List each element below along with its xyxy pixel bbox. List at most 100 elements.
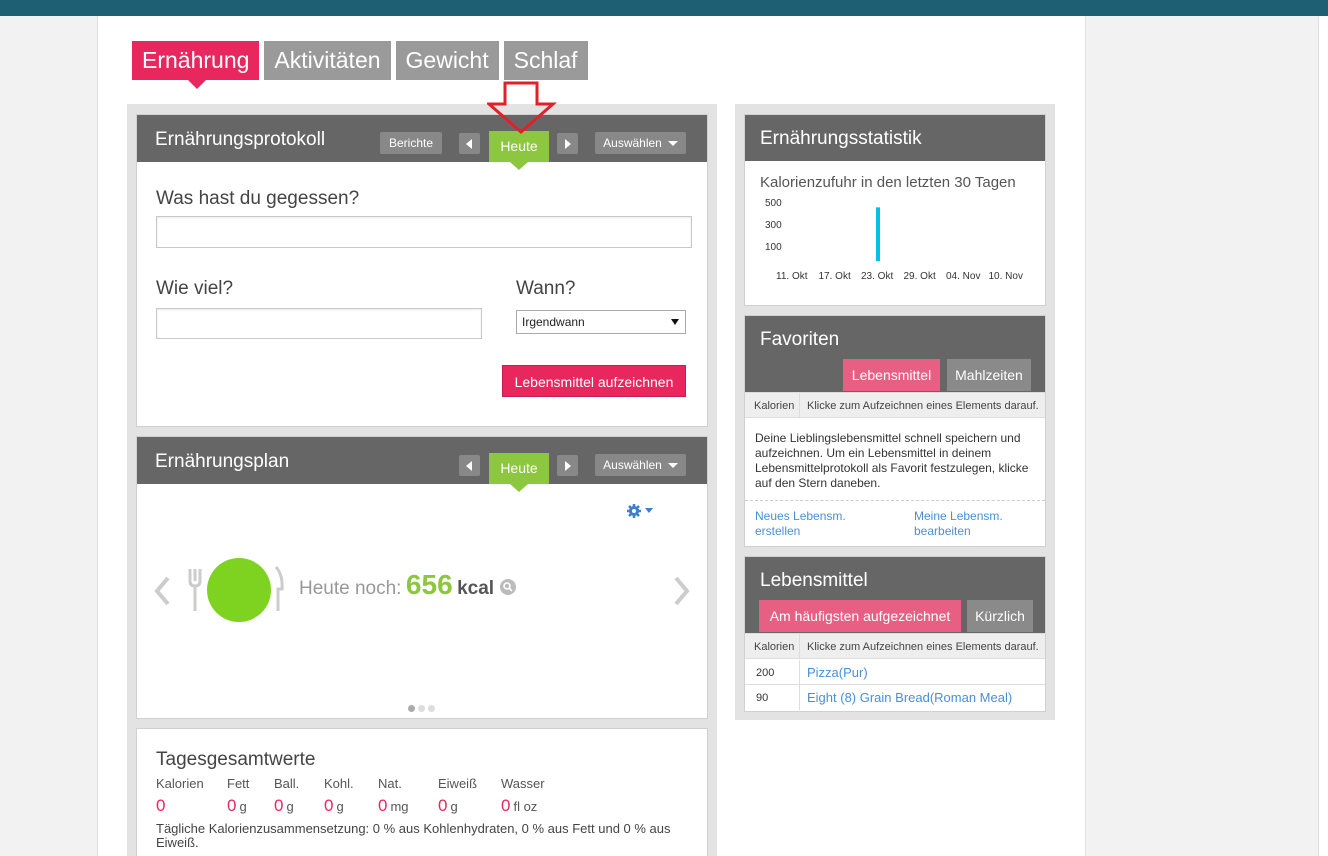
lebensmittel-title: Lebensmittel <box>760 570 868 591</box>
totals-label: Wasser <box>501 776 545 791</box>
top-bar <box>0 0 1328 16</box>
heute-button[interactable]: Heute <box>489 131 549 170</box>
totals-value-fett: 0g <box>227 796 247 815</box>
when-select-value: Irgendwann <box>522 315 585 329</box>
plate-indicator <box>207 558 271 622</box>
row-food-link[interactable]: Eight (8) Grain Bread(Roman Meal) <box>807 690 1012 705</box>
log-food-button[interactable]: Lebensmittel aufzeichnen <box>502 365 686 397</box>
col-kalorien: Kalorien <box>754 641 795 653</box>
lebensmittel-panel: Lebensmittel Am häufigsten aufgezeichnet… <box>744 556 1046 712</box>
info-search-icon[interactable] <box>499 578 517 596</box>
row-food-link[interactable]: Pizza(Pur) <box>807 665 868 680</box>
when-select[interactable]: Irgendwann <box>516 310 686 334</box>
lebensmittel-header: Lebensmittel Am häufigsten aufgezeichnet… <box>745 557 1045 633</box>
stats-header: Ernährungsstatistik <box>745 115 1045 161</box>
lebensmittel-table-header: Kalorien Klicke zum Aufzeichnen eines El… <box>745 633 1045 659</box>
totals-value-eiweiss: 0g <box>438 796 458 815</box>
plan-panel: Ernährungsplan Heute Auswählen Heute noc… <box>136 436 708 719</box>
row-kcal: 90 <box>756 692 769 704</box>
remaining-unit: kcal <box>457 578 495 599</box>
totals-label: Ball. <box>274 776 300 791</box>
prev-day-button[interactable] <box>459 133 480 154</box>
favoriten-table-header: Kalorien Klicke zum Aufzeichnen eines El… <box>745 392 1045 418</box>
totals-panel: Tagesgesamtwerte Kalorien Fett Ball. Koh… <box>136 728 708 856</box>
protokoll-panel: Ernährungsprotokoll Berichte Heute Auswä… <box>136 114 708 427</box>
y-tick-label: 100 <box>765 242 782 253</box>
fork-icon <box>188 569 202 611</box>
stats-panel: Ernährungsstatistik Kalorienzufuhr in de… <box>744 114 1046 306</box>
stats-title: Ernährungsstatistik <box>760 128 922 149</box>
totals-value-ball: 0g <box>274 796 294 815</box>
x-tick-label: 29. Okt <box>904 271 936 282</box>
plan-title: Ernährungsplan <box>155 451 290 472</box>
x-tick-label: 10. Nov <box>989 271 1023 282</box>
when-label: Wann? <box>516 278 576 299</box>
carousel-prev-icon[interactable] <box>152 575 172 607</box>
y-tick-label: 500 <box>765 198 782 209</box>
plan-header: Ernährungsplan Heute Auswählen <box>137 437 707 492</box>
calorie-chart: 500 300 100 11. Okt 17. Okt 23. Okt 29. Okt 04.… <box>765 198 1023 282</box>
tab-schlaf[interactable]: Schlaf <box>503 41 588 80</box>
x-tick-label: 23. Okt <box>861 271 893 282</box>
food-search-input[interactable] <box>156 216 692 248</box>
favoriten-header: Favoriten Lebensmittel Mahlzeiten <box>745 316 1045 392</box>
annotation-arrow-icon <box>487 81 557 134</box>
favoriten-tab-lebensmittel[interactable]: Lebensmittel <box>843 359 940 391</box>
chevron-down-icon <box>667 463 678 469</box>
berichte-button[interactable]: Berichte <box>380 132 442 154</box>
y-tick-label: 300 <box>765 220 782 231</box>
favoriten-info: Deine Lieblingslebensmittel schnell spei… <box>755 431 1029 490</box>
remaining-display: Heute noch: 656 kcal <box>299 569 517 601</box>
totals-label: Kohl. <box>324 776 354 791</box>
row-kcal: 200 <box>756 667 775 679</box>
amount-label: Wie viel? <box>156 278 234 299</box>
favoriten-divider <box>745 500 1045 501</box>
chart-bar <box>876 207 880 261</box>
totals-title: Tagesgesamtwerte <box>156 749 316 770</box>
totals-value-kohl: 0g <box>324 796 344 815</box>
table-row[interactable]: 90 Eight (8) Grain Bread(Roman Meal) <box>745 685 1045 710</box>
knife-icon <box>274 566 284 611</box>
lebensmittel-tab-kuerzlich[interactable]: Kürzlich <box>967 600 1033 632</box>
totals-label: Fett <box>227 776 250 791</box>
plan-heute-button[interactable]: Heute <box>489 453 549 492</box>
tab-ernaehrung[interactable]: Ernährung <box>132 41 260 89</box>
totals-value-kalorien: 0 <box>156 796 166 815</box>
stats-subtitle: Kalorienzufuhr in den letzten 30 Tagen <box>760 174 1016 191</box>
lebensmittel-tab-haeufig[interactable]: Am häufigsten aufgezeichnet <box>759 600 961 632</box>
plan-next-button[interactable] <box>557 455 578 476</box>
remaining-value: 656 <box>405 569 453 600</box>
carousel-next-icon[interactable] <box>672 575 692 607</box>
plan-auswaehlen-label: Auswählen <box>603 458 662 472</box>
auswaehlen-dropdown[interactable]: Auswählen <box>595 132 686 154</box>
calorie-composition-text: Tägliche Kalorienzusammensetzung: 0 % au… <box>156 821 671 850</box>
table-row[interactable]: 200 Pizza(Pur) <box>745 660 1045 685</box>
remaining-label: Heute noch: <box>299 578 402 599</box>
x-tick-label: 04. Nov <box>946 271 980 282</box>
gear-icon[interactable] <box>626 503 656 519</box>
new-food-link[interactable]: Neues Lebensm. erstellen <box>755 509 885 539</box>
chevron-down-icon <box>667 141 678 147</box>
col-kalorien: Kalorien <box>754 400 795 412</box>
edit-foods-link[interactable]: Meine Lebensm. bearbeiten <box>914 509 1034 539</box>
totals-label: Nat. <box>378 776 402 791</box>
next-day-button[interactable] <box>557 133 578 154</box>
tab-gewicht[interactable]: Gewicht <box>395 41 499 80</box>
totals-value-wasser: 0 fl oz <box>501 796 538 815</box>
favoriten-tab-mahlzeiten[interactable]: Mahlzeiten <box>947 359 1031 391</box>
plan-prev-button[interactable] <box>459 455 480 476</box>
totals-value-nat: 0 mg <box>378 796 409 815</box>
totals-label: Eiweiß <box>438 776 478 791</box>
side-window-edge <box>1318 16 1328 856</box>
food-question-label: Was hast du gegessen? <box>156 188 360 209</box>
col-hint: Klicke zum Aufzeichnen eines Elements da… <box>807 641 1039 653</box>
x-tick-label: 17. Okt <box>819 271 851 282</box>
carousel-dots[interactable] <box>408 699 438 717</box>
plan-auswaehlen-dropdown[interactable]: Auswählen <box>595 454 686 476</box>
favoriten-panel: Favoriten Lebensmittel Mahlzeiten Kalori… <box>744 315 1046 547</box>
totals-label: Kalorien <box>156 776 204 791</box>
amount-input[interactable] <box>156 308 482 339</box>
tab-aktivitaeten[interactable]: Aktivitäten <box>264 41 391 80</box>
chevron-right-icon <box>565 139 571 149</box>
protokoll-header: Ernährungsprotokoll Berichte Heute Auswä… <box>137 115 707 170</box>
